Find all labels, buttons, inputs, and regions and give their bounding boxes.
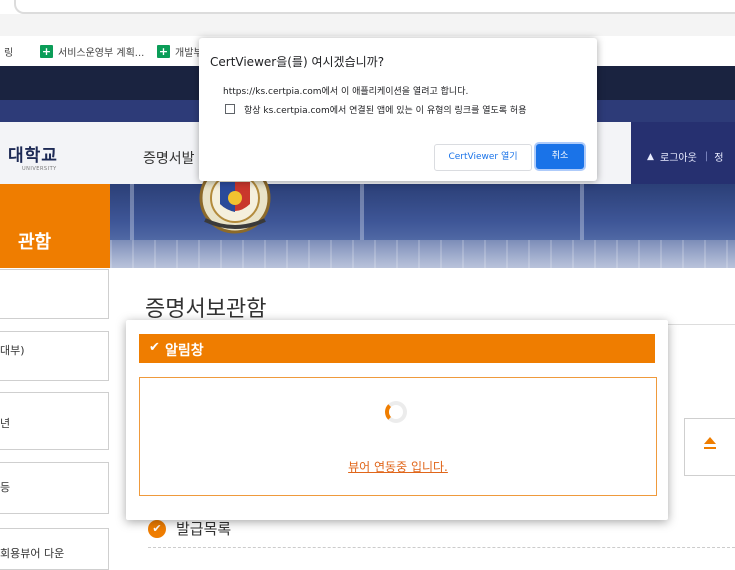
banner-pillar <box>580 184 584 240</box>
page-title: 증명서보관함 <box>145 297 267 322</box>
sidebar-item[interactable] <box>0 269 109 319</box>
check-icon: ✔ <box>149 340 160 355</box>
divider: | <box>704 151 709 162</box>
alert-title: 알림창 <box>165 343 204 359</box>
sidebar-item[interactable]: 년 <box>0 392 109 450</box>
list-divider <box>148 547 735 549</box>
sidebar-title: 관함 <box>0 184 110 268</box>
site-logo-subtitle: UNIVERSITY <box>22 166 57 172</box>
bookmark-item[interactable]: + 개발부 <box>157 44 203 59</box>
sidebar-item[interactable]: 대부) <box>0 331 109 381</box>
upload-icon-base <box>704 447 716 449</box>
dialog-description: https://ks.certpia.com에서 이 애플리케이션을 열려고 합… <box>223 87 469 97</box>
alert-message[interactable]: 뷰어 연동중 입니다. <box>140 458 656 475</box>
logout-label: 로그아웃 <box>660 153 697 164</box>
menu-item-certificate[interactable]: 증명서발 <box>143 148 195 168</box>
sidebar-title-label: 관함 <box>18 232 52 253</box>
person-icon: ▲ <box>647 151 654 162</box>
open-app-button[interactable]: CertViewer 열기 <box>434 144 532 171</box>
browser-toolbar-shade <box>0 14 735 36</box>
banner-pillar <box>130 184 134 240</box>
open-app-dialog: CertViewer을(를) 여시겠습니까? https://ks.certpi… <box>199 38 597 181</box>
sheets-icon: + <box>40 45 53 58</box>
loading-spinner-icon <box>385 401 407 423</box>
dialog-title: CertViewer을(를) 여시겠습니까? <box>210 55 385 69</box>
list-heading: ✔ 발급목록 <box>148 518 231 539</box>
user-bar: ▲ 로그아웃 | 정 <box>631 122 735 184</box>
sheets-icon: + <box>157 45 170 58</box>
logout-link[interactable]: ▲ 로그아웃 | 정 <box>647 149 723 164</box>
alert-body: 뷰어 연동중 입니다. <box>139 377 657 496</box>
bookmark-item[interactable]: + 서비스운영부 계획... <box>40 44 144 59</box>
always-allow-label[interactable]: 항상 ks.certpia.com에서 연결된 앱에 있는 이 유형의 링크를 … <box>244 103 526 116</box>
site-logo[interactable]: 대학교 <box>8 141 58 166</box>
sidebar-item-label: 대부) <box>0 344 25 357</box>
sidebar-item-label: 년 <box>0 417 11 430</box>
sidebar-item-label: 등 <box>0 481 11 494</box>
browser-top-bar <box>0 0 735 36</box>
bookmark-prefix-label: 링 <box>4 48 14 59</box>
cancel-button[interactable]: 취소 <box>536 144 584 169</box>
bookmark-label: 서비스운영부 계획... <box>58 48 145 59</box>
banner-building <box>110 240 735 268</box>
check-icon: ✔ <box>148 519 166 538</box>
upload-icon <box>704 437 716 444</box>
always-allow-checkbox[interactable] <box>225 104 235 114</box>
list-heading-label: 발급목록 <box>176 520 232 538</box>
sidebar-item-label: 회용뷰어 다운 <box>0 547 65 560</box>
bookmark-prefix[interactable]: 링 <box>4 44 13 59</box>
upload-button[interactable] <box>684 418 735 476</box>
sidebar-item[interactable]: 등 <box>0 462 109 514</box>
user-menu-extra[interactable]: 정 <box>714 149 723 164</box>
alert-header: ✔ 알림창 <box>139 334 655 363</box>
address-bar[interactable] <box>14 0 735 14</box>
alert-modal: ✔ 알림창 뷰어 연동중 입니다. <box>126 320 668 520</box>
banner-pillar <box>360 184 364 240</box>
